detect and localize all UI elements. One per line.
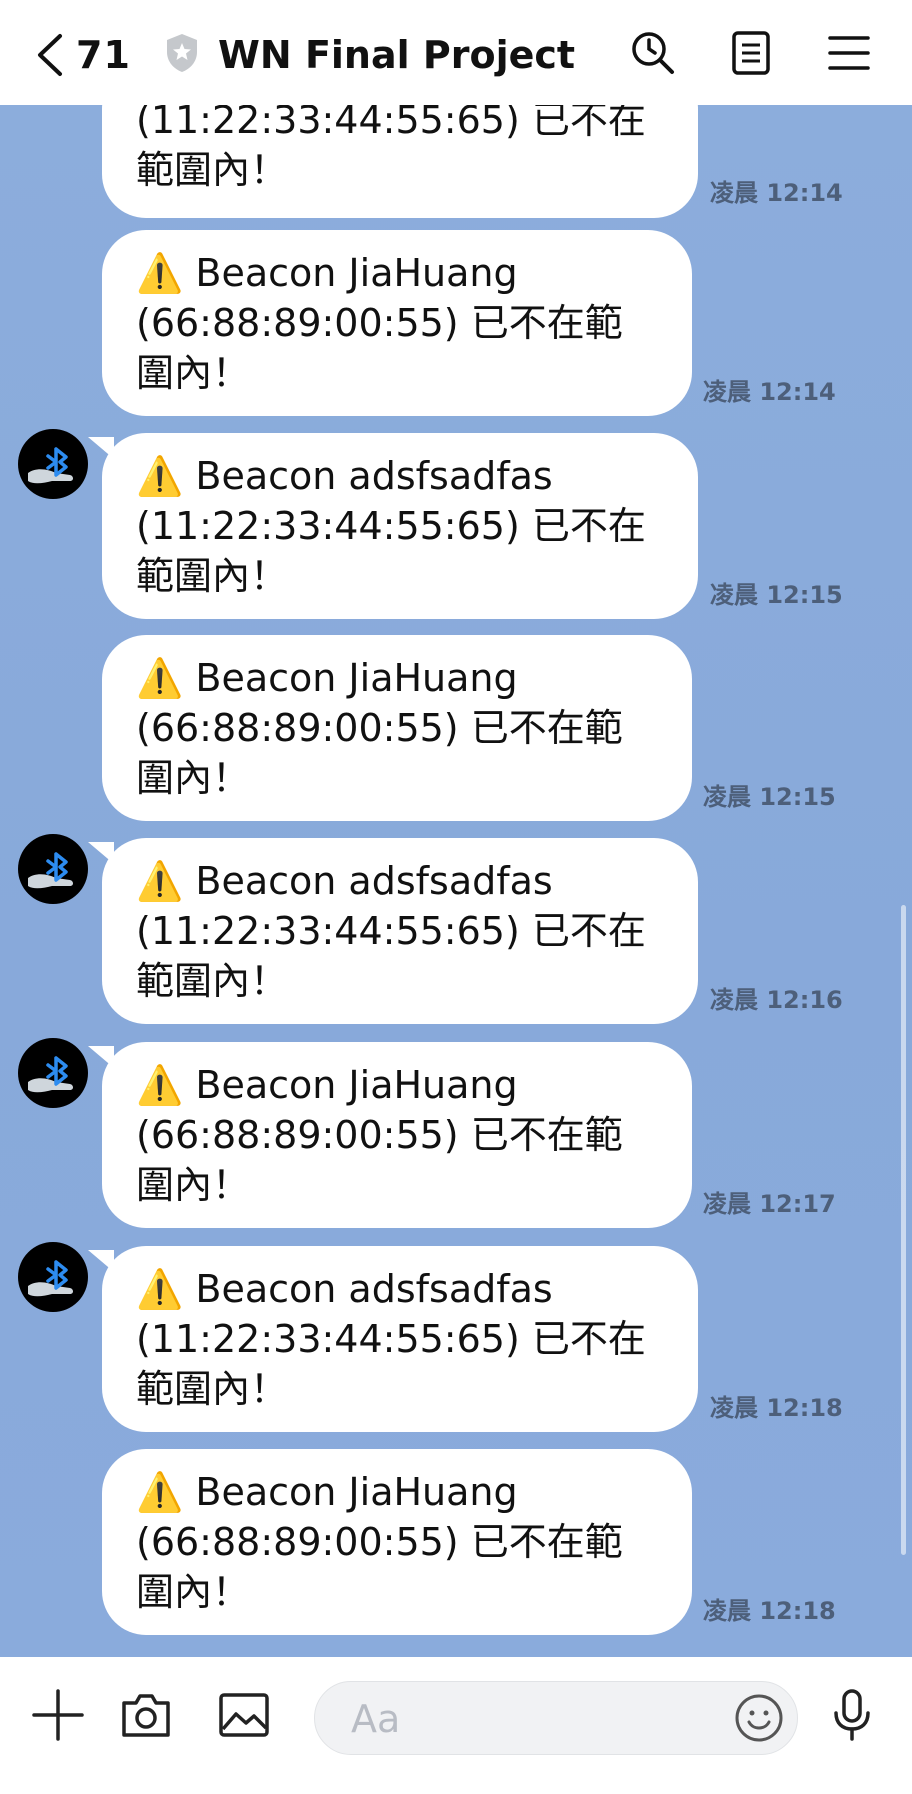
chevron-left-icon[interactable]	[32, 30, 72, 80]
message-time: 凌晨 12:15	[710, 581, 843, 609]
message-bubble[interactable]: ⚠️ Beacon adsfsadfas (11:22:33:44:55:65)…	[88, 1246, 698, 1432]
message-bubble[interactable]: ⚠️ Beacon adsfsadfas (11:22:33:44:55:65)…	[88, 433, 698, 619]
avatar[interactable]	[18, 1242, 88, 1312]
message-bubble[interactable]: ⚠️ Beacon JiaHuang (66:88:89:00:55) 已不在範…	[102, 1449, 692, 1635]
image-icon[interactable]	[216, 1687, 272, 1743]
chat-title: WN Final Project	[218, 33, 576, 77]
avatar[interactable]	[18, 429, 88, 499]
hamburger-menu-icon[interactable]	[824, 28, 874, 78]
emoji-icon[interactable]	[733, 1692, 785, 1744]
message-time: 凌晨 12:17	[703, 1190, 836, 1218]
unread-count[interactable]: 71	[76, 30, 131, 80]
avatar[interactable]	[18, 1038, 88, 1108]
search-icon[interactable]	[628, 28, 678, 78]
bluetooth-hand-icon	[28, 1260, 73, 1297]
shield-icon	[167, 34, 197, 72]
bluetooth-hand-icon	[28, 1056, 73, 1093]
chat-header: 71 WN Final Project	[0, 0, 912, 105]
message-bubble[interactable]: ⚠️ Beacon JiaHuang (66:88:89:00:55) 已不在範…	[102, 635, 692, 821]
microphone-icon[interactable]	[824, 1687, 880, 1743]
message-input[interactable]: Aa	[314, 1681, 798, 1755]
message-time: 凌晨 12:14	[703, 378, 836, 406]
camera-icon[interactable]	[118, 1687, 174, 1743]
message-time: 凌晨 12:18	[703, 1597, 836, 1625]
message-bubble[interactable]: ⚠️ Beacon JiaHuang (66:88:89:00:55) 已不在範…	[88, 1042, 692, 1228]
message-bubble[interactable]: ⚠️ Beacon adsfsadfas (11:22:33:44:55:65)…	[88, 838, 698, 1024]
message-time: 凌晨 12:18	[710, 1394, 843, 1422]
message-input-placeholder: Aa	[351, 1697, 401, 1741]
message-bubble[interactable]: ⚠️ Beacon JiaHuang (66:88:89:00:55) 已不在範…	[102, 230, 692, 416]
chat-messages[interactable]: (11:22:33:44:55:65) 已不在 範圍內！ 凌晨 12:14 ⚠️…	[0, 105, 912, 1657]
bluetooth-hand-icon	[28, 852, 73, 889]
message-toolbar: Aa	[0, 1657, 912, 1794]
plus-icon[interactable]	[30, 1687, 86, 1743]
message-time: 凌晨 12:15	[703, 783, 836, 811]
avatar[interactable]	[18, 834, 88, 904]
message-time: 凌晨 12:14	[710, 179, 843, 207]
message-time: 凌晨 12:16	[710, 986, 843, 1014]
notes-icon[interactable]	[726, 28, 776, 78]
scrollbar[interactable]	[901, 905, 906, 1555]
bluetooth-hand-icon	[28, 447, 73, 484]
message-bubble[interactable]: (11:22:33:44:55:65) 已不在 範圍內！	[102, 105, 698, 218]
